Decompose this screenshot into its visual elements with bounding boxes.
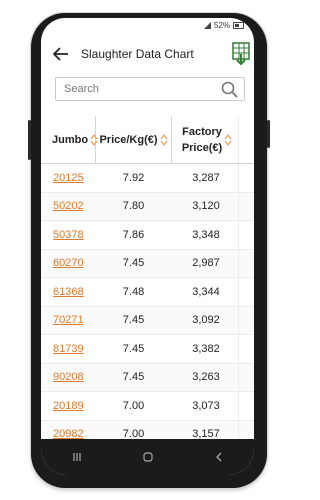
cell-factory-price: 3,092 — [192, 314, 220, 327]
app-screen: 52% Slaughter Data Chart Search Jumbo Pr… — [41, 18, 254, 475]
recent-apps-button[interactable] — [62, 447, 92, 467]
table-row: 50378 7.86 3,348 — [41, 221, 254, 250]
table-row: 81739 7.45 3,382 — [41, 335, 254, 364]
data-table: Jumbo Price/Kg(€) Factory Price(€) 20125… — [41, 116, 254, 439]
jumbo-link[interactable]: 61368 — [53, 286, 84, 298]
cell-jumbo: 20125 — [41, 172, 96, 184]
cell-jumbo: 81739 — [41, 343, 96, 355]
page-title: Slaughter Data Chart — [81, 47, 194, 61]
search-field[interactable]: Search — [55, 77, 245, 101]
cell-jumbo: 20982 — [41, 428, 96, 439]
app-bar: Slaughter Data Chart — [41, 34, 254, 74]
column-label-line2: Price(€) — [181, 141, 223, 154]
cell-jumbo: 70271 — [41, 314, 96, 326]
cell-price-kg: 7.48 — [122, 285, 145, 298]
jumbo-link[interactable]: 50202 — [53, 200, 84, 212]
table-row: 61368 7.48 3,344 — [41, 278, 254, 307]
table-row: 90208 7.45 3,263 — [41, 363, 254, 392]
table-row: 20982 7.00 3,157 — [41, 420, 254, 439]
cell-factory-price: 3,263 — [192, 371, 220, 384]
cell-factory-price: 3,382 — [192, 342, 220, 355]
cell-factory-price: 3,157 — [192, 428, 220, 439]
jumbo-link[interactable]: 90208 — [53, 371, 84, 383]
column-label-line1: Factory — [182, 125, 222, 138]
column-divider — [238, 116, 239, 439]
jumbo-link[interactable]: 81739 — [53, 343, 84, 355]
sort-icon[interactable] — [160, 133, 168, 146]
table-row: 20189 7.00 3,073 — [41, 392, 254, 421]
jumbo-link[interactable]: 60270 — [53, 257, 84, 269]
power-button — [267, 120, 270, 148]
column-label: Price/Kg(€) — [99, 133, 158, 146]
excel-download-icon — [232, 42, 250, 66]
cell-jumbo: 90208 — [41, 371, 96, 383]
recent-apps-icon — [72, 453, 81, 461]
table-body: 20125 7.92 3,287 50202 7.80 3,120 50378 7.86 3,3… — [41, 164, 254, 439]
cell-jumbo: 20189 — [41, 400, 96, 412]
chevron-left-icon — [215, 452, 221, 462]
battery-percent: 52% — [213, 21, 230, 30]
cell-price-kg: 7.45 — [122, 342, 145, 355]
jumbo-link[interactable]: 20189 — [53, 400, 84, 412]
cell-jumbo: 61368 — [41, 286, 96, 298]
battery-icon — [233, 22, 244, 29]
cell-price-kg: 7.45 — [122, 257, 145, 270]
volume-button — [28, 120, 31, 160]
home-icon — [142, 452, 153, 462]
jumbo-link[interactable]: 20125 — [53, 172, 84, 184]
jumbo-link[interactable]: 20982 — [53, 428, 84, 439]
arrow-left-icon — [53, 47, 68, 61]
column-header-factory-price[interactable]: Factory Price(€) — [172, 116, 242, 163]
cell-price-kg: 7.45 — [122, 314, 145, 327]
jumbo-link[interactable]: 70271 — [53, 314, 84, 326]
signal-icon — [203, 22, 211, 29]
column-header-jumbo[interactable]: Jumbo — [41, 116, 98, 163]
system-nav-bar — [41, 439, 254, 475]
cell-price-kg: 7.45 — [122, 371, 145, 384]
back-button[interactable] — [49, 42, 73, 66]
jumbo-link[interactable]: 50378 — [53, 229, 84, 241]
search-icon[interactable] — [221, 81, 238, 98]
cell-price-kg: 7.86 — [122, 228, 145, 241]
column-label: Jumbo — [52, 133, 89, 146]
cell-jumbo: 50202 — [41, 200, 96, 212]
table-header: Jumbo Price/Kg(€) Factory Price(€) — [41, 116, 254, 164]
cell-factory-price: 3,120 — [192, 200, 220, 213]
cell-jumbo: 60270 — [41, 257, 96, 269]
home-button[interactable] — [133, 447, 163, 467]
sort-icon[interactable] — [224, 133, 232, 146]
cell-factory-price: 3,287 — [192, 171, 220, 184]
cell-factory-price: 3,073 — [192, 399, 220, 412]
cell-price-kg: 7.92 — [122, 171, 145, 184]
table-row: 50202 7.80 3,120 — [41, 192, 254, 221]
cell-price-kg: 7.80 — [122, 200, 145, 213]
search-placeholder: Search — [64, 83, 99, 95]
table-row: 70271 7.45 3,092 — [41, 306, 254, 335]
cell-factory-price: 2,987 — [192, 257, 220, 270]
cell-price-kg: 7.00 — [122, 399, 145, 412]
export-excel-button[interactable] — [232, 42, 250, 66]
table-row: 60270 7.45 2,987 — [41, 249, 254, 278]
cell-factory-price: 3,348 — [192, 228, 220, 241]
table-row: 20125 7.92 3,287 — [41, 164, 254, 193]
column-header-price-kg[interactable]: Price/Kg(€) — [96, 116, 172, 163]
cell-price-kg: 7.00 — [122, 428, 145, 439]
status-bar: 52% — [41, 18, 254, 34]
cell-factory-price: 3,344 — [192, 285, 220, 298]
back-nav-button[interactable] — [204, 447, 234, 467]
cell-jumbo: 50378 — [41, 229, 96, 241]
